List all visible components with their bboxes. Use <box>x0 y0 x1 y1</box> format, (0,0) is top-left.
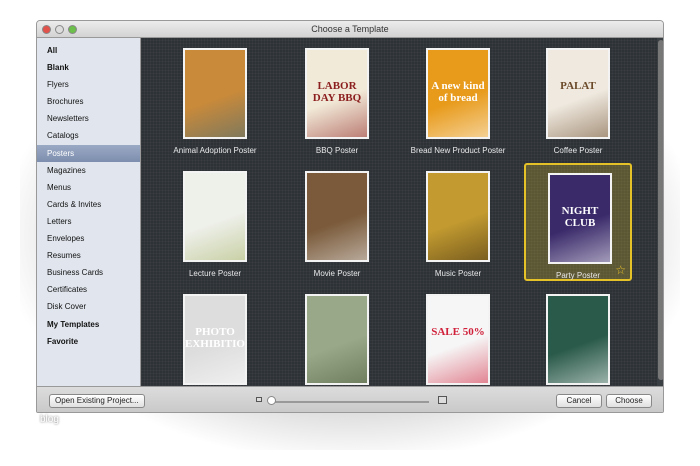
template-item[interactable]: Movie Poster <box>283 163 391 281</box>
small-thumbnail-icon <box>256 397 262 402</box>
thumbnail-size-slider[interactable] <box>269 401 429 403</box>
sidebar-item-flyers[interactable]: Flyers <box>37 76 140 93</box>
template-label: Lecture Poster <box>188 269 242 278</box>
watermark: blog <box>40 414 59 425</box>
sidebar-item-favorite[interactable]: Favorite <box>37 333 140 350</box>
thumbnail-text: PHOTO EXHIBITION <box>185 326 247 350</box>
template-label: BBQ Poster <box>315 146 359 155</box>
cancel-button[interactable]: Cancel <box>556 394 602 408</box>
template-thumbnail[interactable]: SALE 50% <box>426 294 490 385</box>
thumbnail-text: NIGHT CLUB <box>561 205 599 229</box>
category-sidebar: All Blank Flyers Brochures Newsletters Catalo… <box>37 38 141 386</box>
template-thumbnail[interactable] <box>183 48 247 139</box>
sidebar-item-magazines[interactable]: Magazines <box>37 162 140 179</box>
sidebar-item-envelopes[interactable]: Envelopes <box>37 230 140 247</box>
template-item[interactable]: Lecture Poster <box>161 163 269 281</box>
template-label: Music Poster <box>434 269 482 278</box>
sidebar-item-business-cards[interactable]: Business Cards <box>37 264 140 281</box>
sidebar-item-menus[interactable]: Menus <box>37 179 140 196</box>
template-label: Movie Poster <box>313 269 361 278</box>
template-thumbnail[interactable] <box>305 171 369 262</box>
sidebar-item-cards-invites[interactable]: Cards & Invites <box>37 196 140 213</box>
template-item[interactable]: Music Poster <box>404 163 512 281</box>
template-thumbnail[interactable]: NIGHT CLUB <box>548 173 612 264</box>
template-item[interactable]: NIGHT CLUB Party Poster ☆ <box>524 163 632 281</box>
zoom-button[interactable] <box>68 25 77 34</box>
template-item[interactable] <box>524 286 632 386</box>
template-item[interactable]: Animal Adoption Poster <box>161 40 269 158</box>
template-label: Bread New Product Poster <box>410 146 506 155</box>
template-thumbnail[interactable] <box>305 294 369 385</box>
template-label: Coffee Poster <box>553 146 603 155</box>
choose-button[interactable]: Choose <box>606 394 652 408</box>
sidebar-item-newsletters[interactable]: Newsletters <box>37 110 140 127</box>
sidebar-item-certificates[interactable]: Certificates <box>37 281 140 298</box>
template-thumbnail[interactable] <box>183 171 247 262</box>
template-grid: Animal Adoption Poster LABOR DAY BBQ BBQ… <box>141 38 657 386</box>
sidebar-item-letters[interactable]: Letters <box>37 213 140 230</box>
sidebar-item-all[interactable]: All <box>37 42 140 59</box>
large-thumbnail-icon <box>438 396 447 404</box>
template-item[interactable]: LABOR DAY BBQ BBQ Poster <box>283 40 391 158</box>
slider-knob[interactable] <box>267 396 276 405</box>
window-title: Choose a Template <box>311 24 389 34</box>
template-thumbnail[interactable]: PHOTO EXHIBITION <box>183 294 247 385</box>
template-item[interactable] <box>283 286 391 386</box>
template-chooser-window: Choose a Template All Blank Flyers Brochure… <box>36 20 664 413</box>
template-item[interactable]: PHOTO EXHIBITION <box>161 286 269 386</box>
minimize-button[interactable] <box>55 25 64 34</box>
close-button[interactable] <box>42 25 51 34</box>
thumbnail-text: LABOR DAY BBQ <box>312 80 362 104</box>
template-item[interactable]: A new kind of bread Bread New Product Po… <box>404 40 512 158</box>
scrollbar[interactable] <box>657 38 663 386</box>
template-label: Animal Adoption Poster <box>173 146 257 155</box>
title-bar: Choose a Template <box>37 21 663 38</box>
template-thumbnail[interactable] <box>546 294 610 385</box>
sidebar-item-catalogs[interactable]: Catalogs <box>37 127 140 144</box>
thumbnail-text: A new kind of bread <box>431 80 485 104</box>
template-thumbnail[interactable]: PALAT <box>546 48 610 139</box>
sidebar-item-blank[interactable]: Blank <box>37 59 140 76</box>
template-item[interactable]: SALE 50% <box>404 286 512 386</box>
sidebar-item-my-templates[interactable]: My Templates <box>37 316 140 333</box>
sidebar-item-brochures[interactable]: Brochures <box>37 93 140 110</box>
thumbnail-text: PALAT <box>560 80 596 92</box>
open-existing-project-button[interactable]: Open Existing Project... <box>49 394 145 408</box>
bottom-bar: Open Existing Project... Cancel Choose <box>37 386 663 412</box>
thumbnail-text: SALE 50% <box>431 326 485 338</box>
sidebar-item-disk-cover[interactable]: Disk Cover <box>37 298 140 315</box>
scrollbar-thumb[interactable] <box>658 40 663 380</box>
template-thumbnail[interactable]: A new kind of bread <box>426 48 490 139</box>
template-item[interactable]: PALAT Coffee Poster <box>524 40 632 158</box>
template-thumbnail[interactable]: LABOR DAY BBQ <box>305 48 369 139</box>
template-thumbnail[interactable] <box>426 171 490 262</box>
sidebar-item-posters[interactable]: Posters <box>37 144 140 162</box>
sidebar-item-resumes[interactable]: Resumes <box>37 247 140 264</box>
favorite-star-icon[interactable]: ☆ <box>615 263 626 277</box>
